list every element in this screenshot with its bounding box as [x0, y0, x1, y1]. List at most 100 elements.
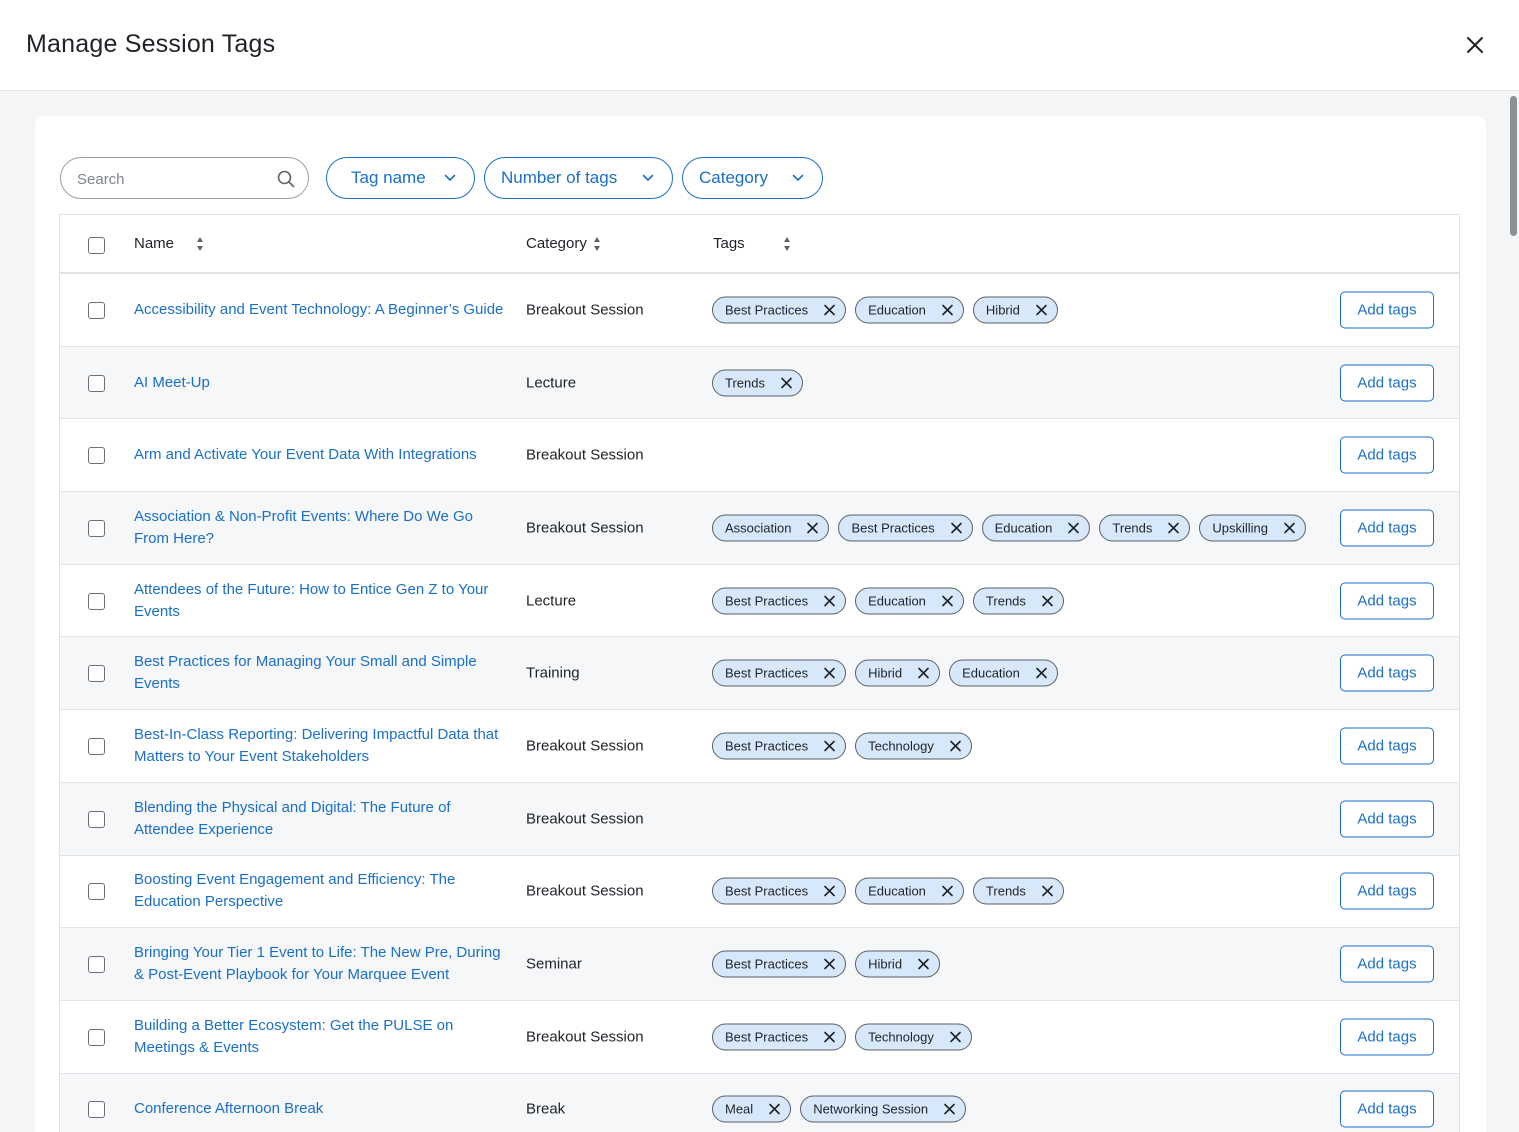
add-tags-button[interactable]: Add tags: [1340, 727, 1434, 765]
tags-column-header[interactable]: Tags: [713, 235, 791, 252]
remove-tag-icon[interactable]: [823, 667, 836, 680]
remove-tag-icon[interactable]: [1041, 594, 1054, 607]
scrollbar-thumb[interactable]: [1510, 96, 1517, 236]
row-checkbox[interactable]: [88, 665, 105, 683]
session-name-link[interactable]: Conference Afternoon Break: [134, 1098, 509, 1120]
remove-tag-icon[interactable]: [806, 521, 819, 534]
row-checkbox[interactable]: [88, 883, 105, 901]
remove-tag-icon[interactable]: [823, 1030, 836, 1043]
tag-chip-label: Networking Session: [813, 1101, 929, 1117]
add-tags-button[interactable]: Add tags: [1340, 509, 1434, 547]
row-checkbox[interactable]: [88, 447, 105, 465]
add-tags-button[interactable]: Add tags: [1340, 364, 1434, 402]
remove-tag-icon[interactable]: [1167, 521, 1180, 534]
add-tags-button[interactable]: Add tags: [1340, 800, 1434, 838]
tag-chip-label: Best Practices: [725, 665, 809, 681]
session-category: Breakout Session: [526, 882, 644, 900]
remove-tag-icon[interactable]: [943, 1103, 956, 1116]
table-row: Arm and Activate Your Event Data With In…: [60, 419, 1459, 493]
row-checkbox[interactable]: [88, 737, 105, 755]
remove-tag-icon[interactable]: [949, 739, 962, 752]
tag-chip-label: Association: [725, 520, 792, 536]
tag-chip-label: Technology: [868, 1029, 934, 1045]
category-filter[interactable]: Category: [682, 157, 823, 199]
row-checkbox[interactable]: [88, 301, 105, 319]
remove-tag-icon[interactable]: [823, 958, 836, 971]
scrollbar-track[interactable]: [1506, 91, 1519, 1132]
number-of-tags-filter[interactable]: Number of tags: [484, 157, 673, 199]
table-row: Association & Non-Profit Events: Where D…: [60, 492, 1459, 565]
remove-tag-icon[interactable]: [917, 958, 930, 971]
tag-chip: Hibrid: [855, 950, 941, 978]
sort-icon[interactable]: [783, 236, 791, 252]
tag-chip: Best Practices: [712, 587, 847, 615]
search-box[interactable]: [60, 157, 309, 199]
row-checkbox[interactable]: [88, 810, 105, 828]
remove-tag-icon[interactable]: [950, 521, 963, 534]
add-tags-button[interactable]: Add tags: [1340, 1090, 1434, 1128]
search-input[interactable]: [77, 168, 267, 190]
remove-tag-icon[interactable]: [1041, 885, 1054, 898]
modal-header: Manage Session Tags: [0, 0, 1519, 91]
select-all-checkbox[interactable]: [88, 237, 105, 254]
remove-tag-icon[interactable]: [1067, 521, 1080, 534]
tag-chip-label: Meal: [725, 1101, 754, 1117]
name-column-header[interactable]: Name: [134, 235, 204, 252]
add-tags-button[interactable]: Add tags: [1340, 654, 1434, 692]
session-name-link[interactable]: Arm and Activate Your Event Data With In…: [134, 444, 509, 466]
tags-header-label: Tags: [713, 235, 745, 252]
tag-chip: Upskilling: [1199, 514, 1307, 542]
row-checkbox[interactable]: [88, 592, 105, 610]
sort-icon[interactable]: [593, 236, 601, 252]
add-tags-button[interactable]: Add tags: [1340, 1018, 1434, 1056]
remove-tag-icon[interactable]: [949, 1030, 962, 1043]
row-checkbox[interactable]: [88, 374, 105, 392]
sort-icon[interactable]: [196, 236, 204, 252]
chevron-down-icon: [642, 174, 654, 182]
session-name-link[interactable]: Building a Better Ecosystem: Get the PUL…: [134, 1015, 509, 1059]
remove-tag-icon[interactable]: [917, 667, 930, 680]
tag-chip-label: Trends: [1112, 520, 1153, 536]
remove-tag-icon[interactable]: [823, 739, 836, 752]
tag-chip-label: Education: [994, 520, 1053, 536]
remove-tag-icon[interactable]: [823, 594, 836, 607]
row-checkbox[interactable]: [88, 956, 105, 974]
remove-tag-icon[interactable]: [823, 303, 836, 316]
table-header: Name Category Tags: [60, 215, 1459, 274]
remove-tag-icon[interactable]: [1283, 521, 1296, 534]
session-name-link[interactable]: Attendees of the Future: How to Entice G…: [134, 579, 509, 623]
add-tags-button[interactable]: Add tags: [1340, 582, 1434, 620]
category-column-header[interactable]: Category: [526, 235, 601, 252]
session-name-link[interactable]: AI Meet-Up: [134, 372, 509, 394]
remove-tag-icon[interactable]: [1035, 303, 1048, 316]
add-tags-button[interactable]: Add tags: [1340, 291, 1434, 329]
row-checkbox[interactable]: [88, 1101, 105, 1119]
close-button[interactable]: [1460, 30, 1490, 60]
session-name-link[interactable]: Accessibility and Event Technology: A Be…: [134, 299, 509, 321]
row-checkbox[interactable]: [88, 519, 105, 537]
add-tags-button[interactable]: Add tags: [1340, 436, 1434, 474]
session-name-link[interactable]: Best-In-Class Reporting: Delivering Impa…: [134, 724, 509, 768]
remove-tag-icon[interactable]: [780, 376, 793, 389]
session-name-link[interactable]: Bringing Your Tier 1 Event to Life: The …: [134, 942, 509, 986]
session-name-link[interactable]: Association & Non-Profit Events: Where D…: [134, 506, 509, 550]
tag-chip-label: Technology: [868, 738, 934, 754]
remove-tag-icon[interactable]: [941, 303, 954, 316]
add-tags-button[interactable]: Add tags: [1340, 945, 1434, 983]
session-category: Breakout Session: [526, 301, 644, 319]
tag-chip: Trends: [972, 587, 1064, 615]
tag-name-filter[interactable]: Tag name: [326, 157, 475, 199]
remove-tag-icon[interactable]: [768, 1103, 781, 1116]
search-icon[interactable]: [276, 169, 296, 189]
remove-tag-icon[interactable]: [941, 594, 954, 607]
table-row: Building a Better Ecosystem: Get the PUL…: [60, 1000, 1459, 1074]
session-name-link[interactable]: Blending the Physical and Digital: The F…: [134, 797, 509, 841]
session-name-link[interactable]: Boosting Event Engagement and Efficiency…: [134, 869, 509, 913]
remove-tag-icon[interactable]: [823, 885, 836, 898]
session-name-link[interactable]: Best Practices for Managing Your Small a…: [134, 651, 509, 695]
row-checkbox[interactable]: [88, 1028, 105, 1046]
add-tags-button[interactable]: Add tags: [1340, 872, 1434, 910]
remove-tag-icon[interactable]: [1035, 667, 1048, 680]
remove-tag-icon[interactable]: [941, 885, 954, 898]
tag-chip-label: Best Practices: [725, 593, 809, 609]
